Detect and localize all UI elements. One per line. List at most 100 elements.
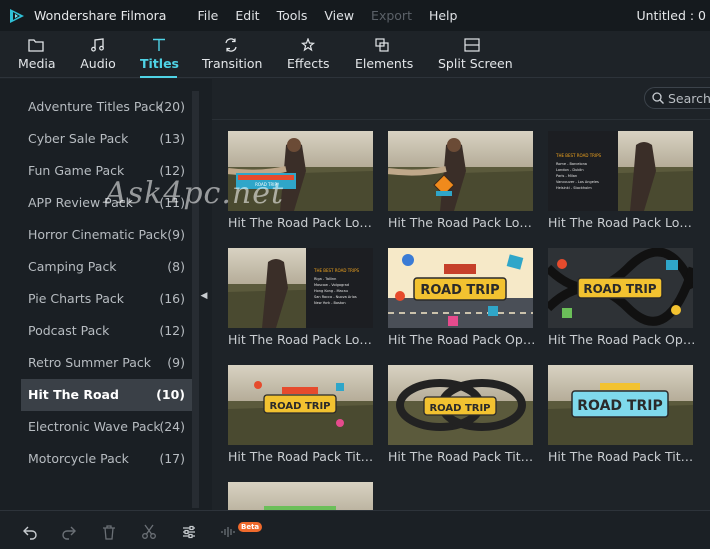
sidebar-item-count: (10) bbox=[156, 387, 185, 402]
svg-text:ROAD TRIP: ROAD TRIP bbox=[255, 182, 277, 187]
scene-image: THE BEST ROAD TRIPS Riga - Tallinn Mosco… bbox=[228, 248, 373, 328]
tab-effects[interactable]: Effects bbox=[287, 31, 330, 78]
title-thumbnail-label: Hit The Road Pack Title 3 bbox=[548, 449, 696, 464]
title-thumbnail-label: Hit The Road Pack Opener 1 bbox=[388, 332, 536, 347]
sidebar-item-label: APP Review Pack bbox=[28, 195, 133, 210]
titles-library: ROAD TRIP Hit The Road Pack Lower Third … bbox=[212, 79, 710, 510]
title-thumbnail-4[interactable]: THE BEST ROAD TRIPS Riga - Tallinn Mosco… bbox=[228, 248, 373, 328]
sidebar-item-count: (9) bbox=[167, 227, 185, 242]
filmora-window: Wondershare Filmora File Edit Tools View… bbox=[0, 0, 710, 549]
svg-text:Rome - Barcelona: Rome - Barcelona bbox=[556, 162, 587, 166]
scene-image: ROAD TRIP bbox=[228, 365, 373, 445]
effects-icon bbox=[300, 38, 316, 52]
search-box[interactable] bbox=[644, 87, 710, 109]
sidebar-item-podcast-pack[interactable]: Podcast Pack (12) bbox=[21, 315, 192, 347]
svg-text:ROAD TRIP: ROAD TRIP bbox=[577, 398, 662, 414]
sidebar-item-count: (12) bbox=[159, 323, 185, 338]
title-thumbnail-label: Hit The Road Pack Title 1 bbox=[228, 449, 376, 464]
menu-help[interactable]: Help bbox=[429, 8, 458, 23]
sidebar-item-cyber-sale-pack[interactable]: Cyber Sale Pack (13) bbox=[21, 123, 192, 155]
svg-text:New York - Boston: New York - Boston bbox=[314, 301, 346, 305]
title-thumbnail-1[interactable]: ROAD TRIP bbox=[228, 131, 373, 211]
title-thumbnail-3[interactable]: THE BEST ROAD TRIPS Rome - Barcelona Lon… bbox=[548, 131, 693, 211]
tab-transition-label: Transition bbox=[202, 56, 263, 71]
title-thumbnail-8[interactable]: ROAD TRIP bbox=[388, 365, 533, 445]
sidebar-item-app-review-pack[interactable]: APP Review Pack (11) bbox=[21, 187, 192, 219]
redo-icon[interactable] bbox=[61, 524, 77, 540]
category-sidebar: Adventure Titles Pack (20) Cyber Sale Pac… bbox=[0, 79, 212, 510]
scene-image bbox=[388, 131, 533, 211]
app-name: Wondershare Filmora bbox=[34, 8, 167, 23]
sidebar-item-camping-pack[interactable]: Camping Pack (8) bbox=[21, 251, 192, 283]
title-thumbnail-label: Hit The Road Pack Title 2 bbox=[388, 449, 536, 464]
beta-badge: Beta bbox=[238, 522, 263, 532]
sidebar-item-fun-game-pack[interactable]: Fun Game Pack (12) bbox=[21, 155, 192, 187]
elements-icon bbox=[375, 38, 389, 52]
tab-titles-label: Titles bbox=[140, 56, 179, 71]
timeline-toolbar: Beta bbox=[0, 510, 710, 549]
media-tabs: Media Audio Titles Transition Effects El… bbox=[0, 31, 710, 78]
tab-effects-label: Effects bbox=[287, 56, 330, 71]
title-thumbnail-10[interactable] bbox=[228, 482, 373, 510]
sidebar-item-label: Horror Cinematic Pack bbox=[28, 227, 168, 242]
sidebar-item-motorcycle-pack[interactable]: Motorcycle Pack (17) bbox=[21, 443, 192, 475]
title-thumbnail-7[interactable]: ROAD TRIP bbox=[228, 365, 373, 445]
sidebar-item-count: (13) bbox=[159, 131, 185, 146]
undo-icon[interactable] bbox=[22, 524, 38, 540]
tab-titles[interactable]: Titles bbox=[140, 31, 179, 78]
tab-elements[interactable]: Elements bbox=[355, 31, 413, 78]
sidebar-item-count: (17) bbox=[159, 451, 185, 466]
text-t-icon bbox=[152, 38, 165, 51]
split-screen-icon bbox=[464, 38, 480, 52]
sidebar-item-label: Cyber Sale Pack bbox=[28, 131, 129, 146]
sidebar-item-label: Pie Charts Pack bbox=[28, 291, 124, 306]
search-input[interactable] bbox=[668, 90, 710, 106]
title-thumbnail-label: Hit The Road Pack Lower Third 3 bbox=[548, 215, 696, 230]
sidebar-item-pie-charts-pack[interactable]: Pie Charts Pack (16) bbox=[21, 283, 192, 315]
adjust-icon[interactable] bbox=[181, 524, 197, 540]
sidebar-item-retro-summer-pack[interactable]: Retro Summer Pack (9) bbox=[21, 347, 192, 379]
scissors-icon[interactable] bbox=[141, 524, 157, 540]
collapse-sidebar-icon[interactable]: ◀ bbox=[199, 289, 209, 303]
svg-text:Moscow - Volgograd: Moscow - Volgograd bbox=[314, 283, 349, 287]
title-bar: Wondershare Filmora File Edit Tools View… bbox=[0, 0, 710, 31]
menu-edit[interactable]: Edit bbox=[235, 8, 259, 23]
svg-text:ROAD TRIP: ROAD TRIP bbox=[269, 401, 330, 412]
sidebar-item-horror-cinematic-pack[interactable]: Horror Cinematic Pack (9) bbox=[21, 219, 192, 251]
tab-transition[interactable]: Transition bbox=[202, 31, 263, 78]
svg-text:THE BEST ROAD TRIPS: THE BEST ROAD TRIPS bbox=[313, 268, 360, 273]
sidebar-item-label: Hit The Road bbox=[28, 387, 119, 402]
folder-icon bbox=[28, 39, 44, 52]
sidebar-scrollbar[interactable] bbox=[192, 91, 199, 508]
title-thumbnail-2[interactable] bbox=[388, 131, 533, 211]
title-thumbnail-9[interactable]: ROAD TRIP bbox=[548, 365, 693, 445]
title-thumbnail-label: Hit The Road Pack Lower Third 2 bbox=[388, 215, 536, 230]
scene-image: ROAD TRIP bbox=[388, 365, 533, 445]
content-divider bbox=[212, 119, 710, 120]
title-thumbnail-6[interactable]: ROAD TRIP bbox=[548, 248, 693, 328]
tab-media[interactable]: Media bbox=[18, 31, 56, 78]
tab-split-screen[interactable]: Split Screen bbox=[438, 31, 513, 78]
sidebar-item-count: (9) bbox=[167, 355, 185, 370]
tab-media-label: Media bbox=[18, 56, 56, 71]
document-title: Untitled : 0 bbox=[636, 8, 706, 23]
title-thumbnail-5[interactable]: ROAD TRIP bbox=[388, 248, 533, 328]
sidebar-item-label: Retro Summer Pack bbox=[28, 355, 151, 370]
tab-audio-label: Audio bbox=[80, 56, 116, 71]
menu-view[interactable]: View bbox=[324, 8, 354, 23]
menu-file[interactable]: File bbox=[197, 8, 218, 23]
tab-audio[interactable]: Audio bbox=[80, 31, 116, 78]
sidebar-item-label: Fun Game Pack bbox=[28, 163, 125, 178]
svg-text:Helsinki - Stockholm: Helsinki - Stockholm bbox=[556, 186, 592, 190]
sidebar-item-hit-the-road[interactable]: Hit The Road (10) bbox=[21, 379, 192, 411]
scene-image: ROAD TRIP bbox=[388, 248, 533, 328]
svg-text:Riga - Tallinn: Riga - Tallinn bbox=[314, 277, 336, 281]
audio-wave-icon[interactable] bbox=[220, 524, 236, 540]
sidebar-item-adventure-titles-pack[interactable]: Adventure Titles Pack (20) bbox=[21, 91, 192, 123]
delete-icon[interactable] bbox=[101, 524, 117, 540]
category-list: Adventure Titles Pack (20) Cyber Sale Pac… bbox=[21, 91, 192, 475]
menu-bar: File Edit Tools View Export Help bbox=[197, 8, 474, 23]
menu-tools[interactable]: Tools bbox=[277, 8, 308, 23]
sidebar-item-electronic-wave-pack[interactable]: Electronic Wave Pack (24) bbox=[21, 411, 192, 443]
title-thumbnail-label: Hit The Road Pack Opener 2 bbox=[548, 332, 696, 347]
